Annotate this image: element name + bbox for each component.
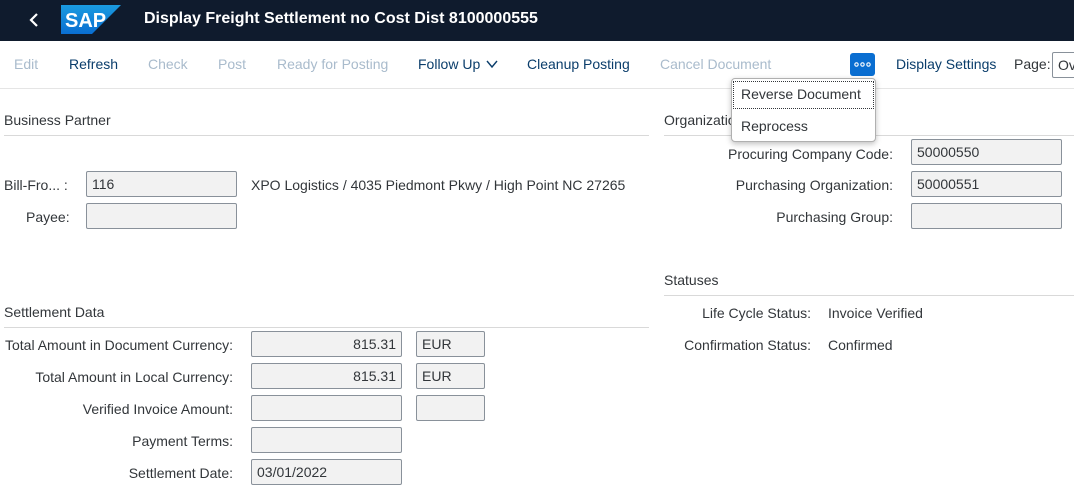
procuring-company-code-field[interactable]: 50000550: [911, 139, 1062, 165]
settlement-date-field[interactable]: 03/01/2022: [251, 459, 402, 485]
more-icon: [854, 62, 871, 67]
life-cycle-status-value: Invoice Verified: [828, 305, 923, 321]
procuring-company-code-label: Procuring Company Code:: [728, 146, 893, 162]
svg-text:SAP: SAP: [65, 10, 106, 32]
purchasing-organization-field[interactable]: 50000551: [911, 171, 1062, 197]
business-partner-title: Business Partner: [4, 112, 111, 128]
ready-for-posting-button[interactable]: Ready for Posting: [277, 56, 388, 72]
total-doc-currency-label: Total Amount in Document Currency:: [5, 337, 233, 353]
sap-logo: SAP: [61, 5, 121, 34]
menu-item-reprocess[interactable]: Reprocess: [733, 113, 874, 141]
bill-from-field[interactable]: 116: [86, 171, 237, 197]
verified-invoice-amount-field[interactable]: [251, 395, 402, 421]
bill-from-label: Bill-Fro... :: [4, 177, 68, 193]
purchasing-organization-label: Purchasing Organization:: [735, 177, 893, 193]
payment-terms-field[interactable]: [251, 427, 402, 453]
statuses-divider: [664, 295, 1074, 296]
confirmation-status-value: Confirmed: [828, 337, 893, 353]
settlement-date-label: Settlement Date:: [128, 465, 233, 481]
chevron-down-icon: [486, 60, 498, 69]
total-local-currency-field[interactable]: EUR: [416, 363, 485, 389]
page-select[interactable]: Ov: [1052, 52, 1074, 78]
verified-invoice-currency-field[interactable]: [416, 395, 485, 421]
page-label: Page:: [1014, 56, 1051, 72]
life-cycle-status-label: Life Cycle Status:: [702, 305, 811, 321]
cleanup-posting-button[interactable]: Cleanup Posting: [527, 56, 630, 72]
bill-from-description: XPO Logistics / 4035 Piedmont Pkwy / Hig…: [251, 177, 626, 193]
overflow-menu: Reverse Document Reprocess: [731, 78, 876, 142]
statuses-title: Statuses: [664, 272, 719, 288]
total-local-amount-field[interactable]: 815.31: [251, 363, 402, 389]
follow-up-button[interactable]: Follow Up: [418, 56, 498, 72]
purchasing-group-field[interactable]: [911, 203, 1062, 229]
shell-bar: SAP Display Freight Settlement no Cost D…: [0, 0, 1074, 41]
verified-invoice-amount-label: Verified Invoice Amount:: [82, 401, 233, 417]
post-button[interactable]: Post: [218, 56, 246, 72]
total-doc-currency-field[interactable]: EUR: [416, 331, 485, 357]
overflow-button[interactable]: [850, 53, 875, 76]
confirmation-status-label: Confirmation Status:: [684, 337, 811, 353]
edit-button[interactable]: Edit: [14, 56, 38, 72]
header-toolbar: Edit Refresh Check Post Ready for Postin…: [0, 41, 1074, 89]
settlement-data-title: Settlement Data: [4, 304, 105, 320]
follow-up-label: Follow Up: [418, 56, 481, 72]
business-partner-divider: [4, 135, 649, 136]
check-button[interactable]: Check: [148, 56, 188, 72]
total-doc-amount-field[interactable]: 815.31: [251, 331, 402, 357]
refresh-button[interactable]: Refresh: [69, 56, 118, 72]
purchasing-group-label: Purchasing Group:: [776, 209, 893, 225]
cancel-document-button[interactable]: Cancel Document: [660, 56, 771, 72]
app-title: Display Freight Settlement no Cost Dist …: [144, 10, 538, 27]
total-local-currency-label: Total Amount in Local Currency:: [35, 369, 233, 385]
chevron-left-icon: [29, 13, 38, 27]
menu-item-reverse-document[interactable]: Reverse Document: [733, 81, 874, 109]
payee-field[interactable]: [86, 203, 237, 229]
back-button[interactable]: [22, 8, 46, 32]
display-settings-button[interactable]: Display Settings: [896, 56, 996, 72]
payee-label: Payee:: [26, 209, 70, 225]
organization-title: Organizatio: [664, 112, 736, 128]
payment-terms-label: Payment Terms:: [132, 433, 233, 449]
settlement-data-divider: [4, 327, 649, 328]
